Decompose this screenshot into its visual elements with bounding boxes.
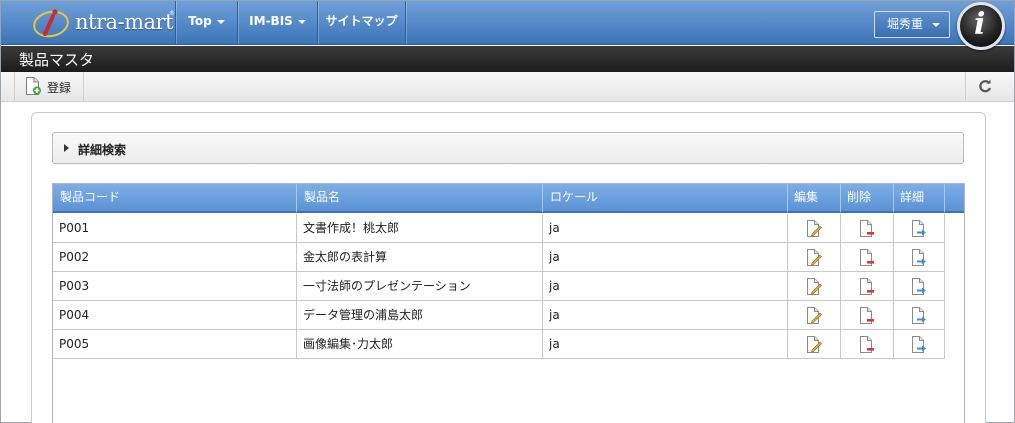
detail-cell bbox=[894, 214, 945, 242]
chevron-down-icon bbox=[216, 19, 225, 24]
cell-product-code: P005 bbox=[53, 330, 297, 358]
cell-product-code: P004 bbox=[53, 301, 297, 329]
refresh-icon bbox=[979, 79, 992, 93]
table-row[interactable]: P001 文書作成！桃太郎 ja bbox=[53, 214, 945, 243]
table-row[interactable]: P002 金太郎の表計算 ja bbox=[53, 243, 945, 272]
register-button[interactable]: 登録 bbox=[15, 72, 83, 101]
cell-locale: ja bbox=[543, 330, 788, 358]
cell-product-name: 金太郎の表計算 bbox=[297, 243, 543, 271]
refresh-button[interactable] bbox=[966, 72, 1006, 101]
intra-mart-logo[interactable]: ntra-mart ® bbox=[31, 5, 176, 41]
delete-document-icon[interactable] bbox=[859, 278, 875, 295]
column-header-locale[interactable]: ロケール bbox=[543, 184, 788, 212]
cell-product-name: データ管理の浦島太郎 bbox=[297, 301, 543, 329]
column-header-name[interactable]: 製品名 bbox=[297, 184, 543, 212]
nav-sitemap[interactable]: サイトマップ bbox=[318, 1, 405, 44]
cell-locale: ja bbox=[543, 243, 788, 271]
detail-document-icon[interactable] bbox=[911, 307, 927, 324]
edit-document-icon[interactable] bbox=[806, 307, 822, 324]
edit-document-icon[interactable] bbox=[806, 220, 822, 237]
delete-cell bbox=[841, 214, 894, 242]
delete-cell bbox=[841, 272, 894, 300]
delete-cell bbox=[841, 330, 894, 358]
column-header-edit: 編集 bbox=[788, 184, 841, 212]
table-row[interactable]: P003 一寸法師のプレゼンテーション ja bbox=[53, 272, 945, 301]
nav-im-bis[interactable]: IM-BIS bbox=[238, 1, 317, 44]
cell-locale: ja bbox=[543, 301, 788, 329]
table-row[interactable]: P005 画像編集･力太郎 ja bbox=[53, 330, 945, 359]
delete-document-icon[interactable] bbox=[859, 307, 875, 324]
user-name: 堀秀重 bbox=[887, 17, 924, 31]
detail-cell bbox=[894, 243, 945, 271]
edit-cell bbox=[788, 272, 841, 300]
cell-product-code: P003 bbox=[53, 272, 297, 300]
toolbar: 登録 bbox=[1, 72, 1014, 102]
edit-document-icon[interactable] bbox=[806, 336, 822, 353]
avatar[interactable]: i bbox=[957, 2, 1005, 50]
cell-product-name: 画像編集･力太郎 bbox=[297, 330, 543, 358]
avatar-letter: i bbox=[974, 7, 986, 42]
toolbar-separator bbox=[83, 72, 84, 101]
column-header-code[interactable]: 製品コード bbox=[53, 184, 297, 212]
delete-document-icon[interactable] bbox=[859, 336, 875, 353]
delete-cell bbox=[841, 243, 894, 271]
edit-document-icon[interactable] bbox=[806, 249, 822, 266]
cell-locale: ja bbox=[543, 272, 788, 300]
detail-cell bbox=[894, 330, 945, 358]
chevron-down-icon bbox=[932, 23, 940, 27]
nav-separator bbox=[405, 1, 406, 44]
nav-top[interactable]: Top bbox=[176, 1, 237, 44]
detail-document-icon[interactable] bbox=[911, 249, 927, 266]
advanced-search-toggle[interactable]: 詳細検索 bbox=[52, 132, 964, 164]
register-button-label: 登録 bbox=[47, 81, 72, 95]
chevron-down-icon bbox=[297, 19, 306, 24]
user-menu-button[interactable]: 堀秀重 bbox=[874, 11, 950, 38]
delete-document-icon[interactable] bbox=[859, 249, 875, 266]
nav-sitemap-label: サイトマップ bbox=[325, 14, 398, 28]
cell-product-code: P002 bbox=[53, 243, 297, 271]
edit-document-icon[interactable] bbox=[806, 278, 822, 295]
cell-product-name: 文書作成！桃太郎 bbox=[297, 214, 543, 242]
logo-i-icon bbox=[33, 9, 69, 38]
delete-document-icon[interactable] bbox=[859, 220, 875, 237]
column-header-delete: 削除 bbox=[841, 184, 894, 212]
product-grid: 製品コード 製品名 ロケール 編集 削除 詳細 P001 文書作成！桃太郎 ja bbox=[52, 183, 965, 423]
add-document-icon bbox=[26, 77, 41, 95]
page-title: 製品マスタ bbox=[19, 51, 95, 69]
detail-document-icon[interactable] bbox=[911, 336, 927, 353]
logo-text: ntra-mart bbox=[75, 10, 174, 34]
cell-locale: ja bbox=[543, 214, 788, 242]
top-navigation-bar: ntra-mart ® Top IM-BIS サイトマップ 堀秀重 bbox=[1, 1, 1014, 45]
grid-header: 製品コード 製品名 ロケール 編集 削除 詳細 bbox=[53, 184, 964, 213]
cell-product-name: 一寸法師のプレゼンテーション bbox=[297, 272, 543, 300]
column-header-detail: 詳細 bbox=[894, 184, 945, 212]
page-title-bar: 製品マスタ bbox=[1, 46, 1014, 72]
detail-document-icon[interactable] bbox=[911, 278, 927, 295]
edit-cell bbox=[788, 214, 841, 242]
nav-im-bis-label: IM-BIS bbox=[249, 14, 293, 28]
cell-product-code: P001 bbox=[53, 214, 297, 242]
advanced-search-label: 詳細検索 bbox=[78, 143, 127, 157]
nav-top-label: Top bbox=[188, 14, 212, 28]
detail-cell bbox=[894, 301, 945, 329]
detail-document-icon[interactable] bbox=[911, 220, 927, 237]
caret-right-icon bbox=[64, 144, 69, 152]
detail-cell bbox=[894, 272, 945, 300]
edit-cell bbox=[788, 243, 841, 271]
table-row[interactable]: P004 データ管理の浦島太郎 ja bbox=[53, 301, 945, 330]
edit-cell bbox=[788, 330, 841, 358]
delete-cell bbox=[841, 301, 894, 329]
edit-cell bbox=[788, 301, 841, 329]
